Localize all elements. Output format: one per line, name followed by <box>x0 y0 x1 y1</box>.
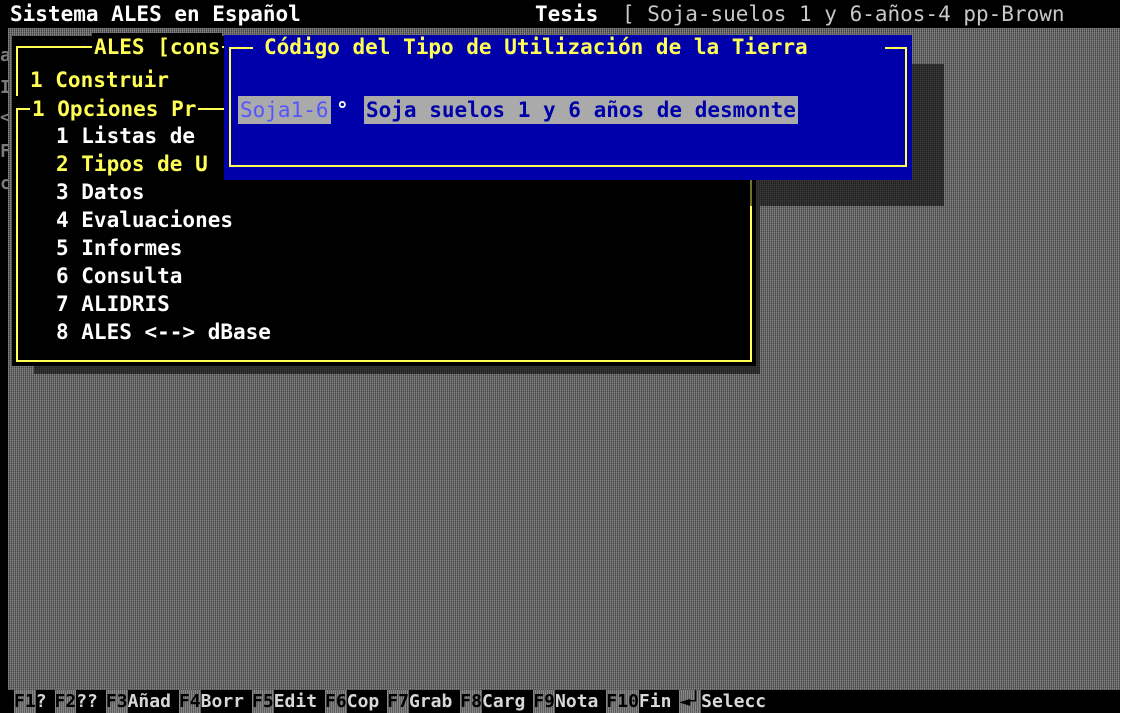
left-tag: I <box>0 77 8 98</box>
function-keys: F1? F2?? F3 Añad F4 Borr F5 Edit F6 Cop F7 Gr… <box>14 690 774 713</box>
right-edge <box>1120 0 1128 713</box>
key-label: F2 <box>54 690 77 713</box>
key-action: Grab <box>408 691 453 712</box>
left-tag: c <box>0 173 8 194</box>
menu-item-evaluaciones[interactable]: 4 Evaluaciones <box>56 206 233 234</box>
left-tag: F <box>0 141 8 162</box>
menu-item-informes[interactable]: 5 Informes <box>56 234 182 262</box>
key-label: F10 <box>606 690 639 713</box>
key-label: F7 <box>387 690 409 713</box>
dialog-frame-top-right <box>885 47 907 49</box>
key-action: ? <box>35 691 47 712</box>
menu-item-consulta[interactable]: 6 Consulta <box>56 262 182 290</box>
context-value: [ Soja-suelos 1 y 6-años-4 pp-Brown <box>622 2 1065 26</box>
f8-key[interactable]: F8 Carg <box>460 690 525 713</box>
code-input[interactable]: Soja1-6 <box>238 96 331 124</box>
app-title: Sistema ALES en Español <box>10 2 301 26</box>
key-label: F6 <box>325 690 347 713</box>
field-marker: ° <box>336 98 349 122</box>
key-label: F3 <box>105 690 128 713</box>
key-action: Borr <box>200 691 244 712</box>
dialog-frame-top-left <box>229 47 253 49</box>
dos-screen: Sistema ALES en Español Tesis [ Soja-sue… <box>0 0 1128 713</box>
key-action: Edit <box>273 691 318 712</box>
key-action: Carg <box>481 691 526 712</box>
description-input[interactable]: Soja suelos 1 y 6 años de desmonte <box>364 96 798 124</box>
f1-key[interactable]: F1? <box>14 690 47 713</box>
key-action: ?? <box>76 691 98 712</box>
key-action: Fin <box>638 691 672 712</box>
enter-key[interactable]: ◄┘ Selecc <box>679 690 766 713</box>
key-action: Selecc <box>701 691 767 712</box>
left-tag: a <box>0 45 8 66</box>
key-label: F9 <box>533 690 556 713</box>
f7-key[interactable]: F7 Grab <box>387 690 452 713</box>
f10-key[interactable]: F10 Fin <box>606 690 671 713</box>
menu-item-alidris[interactable]: 7 ALIDRIS <box>56 290 170 318</box>
f9-key[interactable]: F9 Nota <box>533 690 598 713</box>
f3-key[interactable]: F3 Añad <box>105 690 171 713</box>
left-tag: < <box>0 107 8 128</box>
f4-key[interactable]: F4 Borr <box>178 690 244 713</box>
key-label: F4 <box>178 690 201 713</box>
key-action: Añad <box>127 691 171 712</box>
key-label: F5 <box>252 690 274 713</box>
menu-item-listas[interactable]: 1 Listas de <box>56 122 195 150</box>
options-window-title: 1 Opciones Pr <box>30 95 199 123</box>
dialog-title: Código del Tipo de Utilización de la Tie… <box>264 35 808 59</box>
menu-item-datos[interactable]: 3 Datos <box>56 178 145 206</box>
key-action: Cop <box>346 691 380 712</box>
outer-window-title: ALES [cons <box>92 33 223 61</box>
menu-item-ales-dbase[interactable]: 8 ALES <--> dBase <box>56 318 271 346</box>
f5-key[interactable]: F5 Edit <box>252 690 317 713</box>
enter-icon: ◄┘ <box>679 690 702 713</box>
key-label: F1 <box>14 690 36 713</box>
menu-item-tipos[interactable]: 2 Tipos de U <box>56 150 208 178</box>
menu-item-construir[interactable]: 1 Construir <box>30 66 169 94</box>
f2-key[interactable]: F2?? <box>54 690 98 713</box>
key-action: Nota <box>555 691 599 712</box>
f6-key[interactable]: F6 Cop <box>325 690 379 713</box>
context-label: Tesis <box>535 2 599 26</box>
key-label: F8 <box>460 690 482 713</box>
